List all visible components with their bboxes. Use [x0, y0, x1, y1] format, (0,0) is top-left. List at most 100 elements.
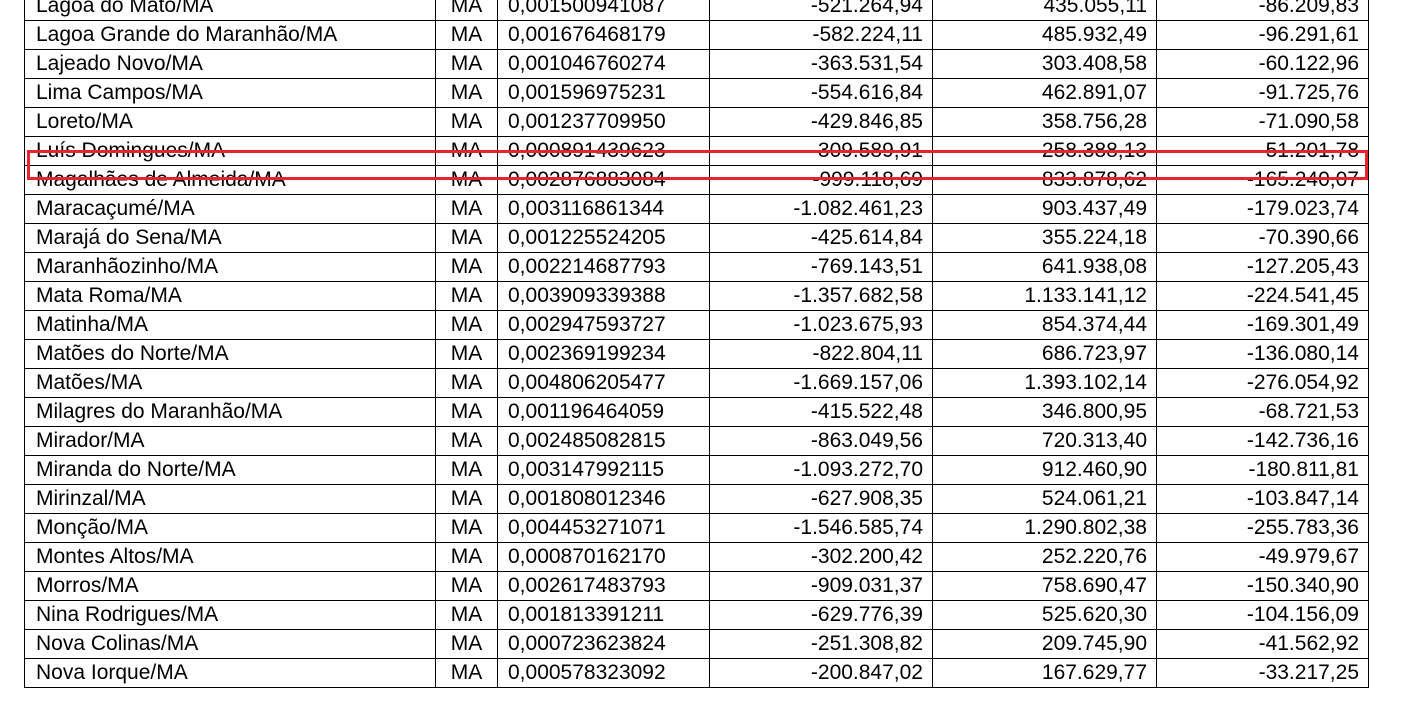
coefficient-cell[interactable]: 0,001808012346 [497, 484, 710, 514]
state-cell[interactable]: MA [435, 629, 498, 659]
value-2-cell[interactable]: 1.133.141,12 [932, 281, 1157, 311]
coefficient-cell[interactable]: 0,000891439623 [497, 136, 710, 166]
value-1-cell[interactable]: -769.143,51 [709, 252, 933, 282]
value-3-cell[interactable]: -33.217,25 [1156, 658, 1369, 688]
value-1-cell[interactable]: -363.531,54 [709, 49, 933, 79]
value-3-cell[interactable]: -150.340,90 [1156, 571, 1369, 601]
value-1-cell[interactable]: -1.669.157,06 [709, 368, 933, 398]
municipality-cell[interactable]: Matões/MA [24, 368, 436, 398]
municipality-cell[interactable]: Loreto/MA [24, 107, 436, 137]
state-cell[interactable]: MA [435, 600, 498, 630]
value-2-cell[interactable]: 258.388,13 [932, 136, 1157, 166]
coefficient-cell[interactable]: 0,000723623824 [497, 629, 710, 659]
municipality-cell[interactable]: Mirinzal/MA [24, 484, 436, 514]
value-3-cell[interactable]: -49.979,67 [1156, 542, 1369, 572]
value-1-cell[interactable]: -999.118,69 [709, 165, 933, 195]
municipality-cell[interactable]: Nova Colinas/MA [24, 629, 436, 659]
municipality-cell[interactable]: Morros/MA [24, 571, 436, 601]
value-3-cell[interactable]: -70.390,66 [1156, 223, 1369, 253]
value-1-cell[interactable]: -1.082.461,23 [709, 194, 933, 224]
value-1-cell[interactable]: -302.200,42 [709, 542, 933, 572]
value-3-cell[interactable]: -180.811,81 [1156, 455, 1369, 485]
municipality-cell[interactable]: Mirador/MA [24, 426, 436, 456]
value-2-cell[interactable]: 252.220,76 [932, 542, 1157, 572]
coefficient-cell[interactable]: 0,000578323092 [497, 658, 710, 688]
value-1-cell[interactable]: -1.357.682,58 [709, 281, 933, 311]
state-cell[interactable]: MA [435, 571, 498, 601]
municipality-cell[interactable]: Lajeado Novo/MA [24, 49, 436, 79]
value-1-cell[interactable]: -429.846,85 [709, 107, 933, 137]
value-2-cell[interactable]: 912.460,90 [932, 455, 1157, 485]
value-1-cell[interactable]: -554.616,84 [709, 78, 933, 108]
value-2-cell[interactable]: 167.629,77 [932, 658, 1157, 688]
municipality-cell[interactable]: Miranda do Norte/MA [24, 455, 436, 485]
coefficient-cell[interactable]: 0,002214687793 [497, 252, 710, 282]
state-cell[interactable]: MA [435, 20, 498, 50]
state-cell[interactable]: MA [435, 0, 498, 21]
value-3-cell[interactable]: -136.080,14 [1156, 339, 1369, 369]
value-3-cell[interactable]: -224.541,45 [1156, 281, 1369, 311]
value-3-cell[interactable]: -169.301,49 [1156, 310, 1369, 340]
value-2-cell[interactable]: 435.055,11 [932, 0, 1157, 21]
coefficient-cell[interactable]: 0,003147992115 [497, 455, 710, 485]
state-cell[interactable]: MA [435, 455, 498, 485]
value-3-cell[interactable]: -103.847,14 [1156, 484, 1369, 514]
state-cell[interactable]: MA [435, 194, 498, 224]
municipality-cell[interactable]: Matões do Norte/MA [24, 339, 436, 369]
value-1-cell[interactable]: -863.049,56 [709, 426, 933, 456]
value-3-cell[interactable]: -104.156,09 [1156, 600, 1369, 630]
municipality-cell[interactable]: Maranhãozinho/MA [24, 252, 436, 282]
value-3-cell[interactable]: -60.122,96 [1156, 49, 1369, 79]
municipality-cell[interactable]: Nina Rodrigues/MA [24, 600, 436, 630]
municipality-cell[interactable]: Montes Altos/MA [24, 542, 436, 572]
state-cell[interactable]: MA [435, 223, 498, 253]
value-1-cell[interactable]: -627.908,35 [709, 484, 933, 514]
value-2-cell[interactable]: 1.393.102,14 [932, 368, 1157, 398]
municipality-cell[interactable]: Mata Roma/MA [24, 281, 436, 311]
municipality-cell[interactable]: Lima Campos/MA [24, 78, 436, 108]
value-1-cell[interactable]: -415.522,48 [709, 397, 933, 427]
coefficient-cell[interactable]: 0,002485082815 [497, 426, 710, 456]
value-2-cell[interactable]: 854.374,44 [932, 310, 1157, 340]
coefficient-cell[interactable]: 0,001225524205 [497, 223, 710, 253]
value-1-cell[interactable]: -1.023.675,93 [709, 310, 933, 340]
value-1-cell[interactable]: -909.031,37 [709, 571, 933, 601]
municipality-cell[interactable]: Luís Domingues/MA [24, 136, 436, 166]
value-3-cell[interactable]: -255.783,36 [1156, 513, 1369, 543]
coefficient-cell[interactable]: 0,004453271071 [497, 513, 710, 543]
value-1-cell[interactable]: -582.224,11 [709, 20, 933, 50]
state-cell[interactable]: MA [435, 513, 498, 543]
value-1-cell[interactable]: -1.546.585,74 [709, 513, 933, 543]
value-3-cell[interactable]: -68.721,53 [1156, 397, 1369, 427]
coefficient-cell[interactable]: 0,001046760274 [497, 49, 710, 79]
coefficient-cell[interactable]: 0,001196464059 [497, 397, 710, 427]
value-3-cell[interactable]: -179.023,74 [1156, 194, 1369, 224]
value-3-cell[interactable]: -127.205,43 [1156, 252, 1369, 282]
value-2-cell[interactable]: 1.290.802,38 [932, 513, 1157, 543]
coefficient-cell[interactable]: 0,000870162170 [497, 542, 710, 572]
value-3-cell[interactable]: -86.209,83 [1156, 0, 1369, 21]
value-3-cell[interactable]: -41.562,92 [1156, 629, 1369, 659]
municipality-cell[interactable]: Milagres do Maranhão/MA [24, 397, 436, 427]
state-cell[interactable]: MA [435, 542, 498, 572]
state-cell[interactable]: MA [435, 78, 498, 108]
value-2-cell[interactable]: 686.723,97 [932, 339, 1157, 369]
coefficient-cell[interactable]: 0,001676468179 [497, 20, 710, 50]
value-1-cell[interactable]: -200.847,02 [709, 658, 933, 688]
coefficient-cell[interactable]: 0,001813391211 [497, 600, 710, 630]
value-2-cell[interactable]: 355.224,18 [932, 223, 1157, 253]
coefficient-cell[interactable]: 0,003909339388 [497, 281, 710, 311]
coefficient-cell[interactable]: 0,002617483793 [497, 571, 710, 601]
value-3-cell[interactable]: -51.201,78 [1156, 136, 1369, 166]
state-cell[interactable]: MA [435, 484, 498, 514]
state-cell[interactable]: MA [435, 136, 498, 166]
coefficient-cell[interactable]: 0,003116861344 [497, 194, 710, 224]
coefficient-cell[interactable]: 0,001500941087 [497, 0, 710, 21]
municipality-cell[interactable]: Nova Iorque/MA [24, 658, 436, 688]
coefficient-cell[interactable]: 0,002876883084 [497, 165, 710, 195]
municipality-cell[interactable]: Matinha/MA [24, 310, 436, 340]
value-2-cell[interactable]: 833.878,62 [932, 165, 1157, 195]
value-1-cell[interactable]: -521.264,94 [709, 0, 933, 21]
state-cell[interactable]: MA [435, 339, 498, 369]
value-3-cell[interactable]: -142.736,16 [1156, 426, 1369, 456]
